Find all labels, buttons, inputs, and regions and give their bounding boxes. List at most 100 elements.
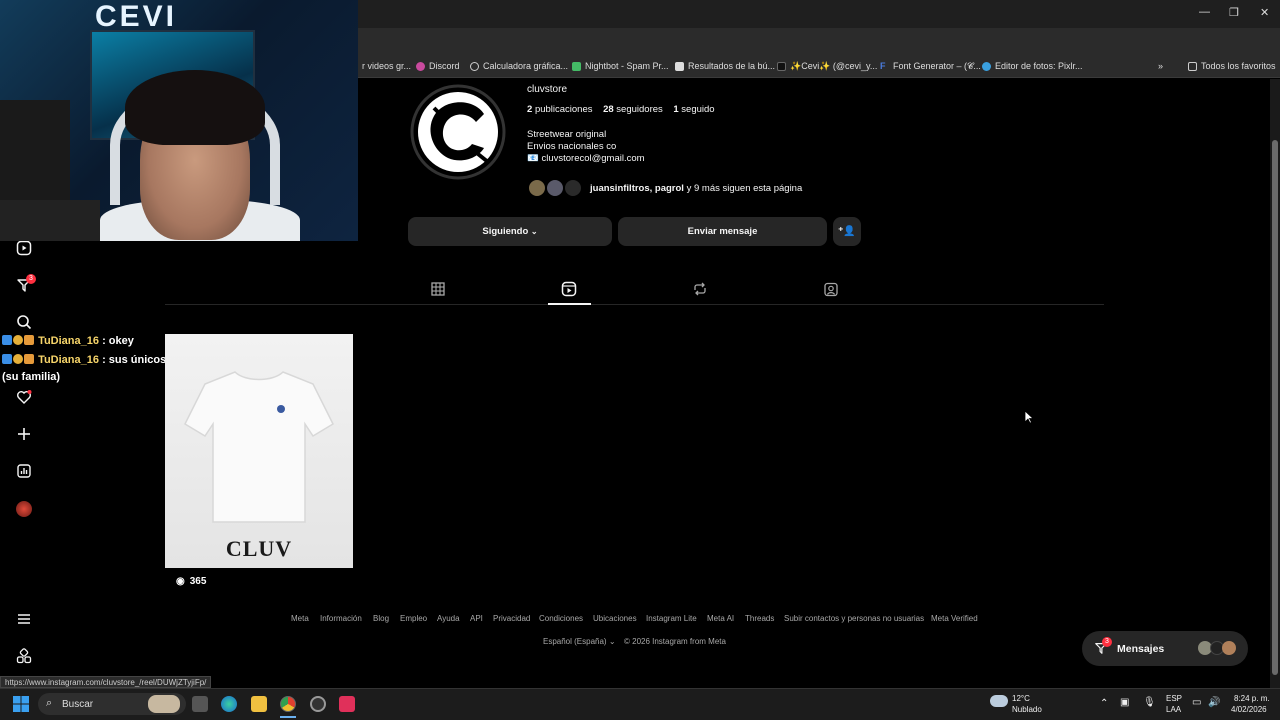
keyboard-layout[interactable]: LAA <box>1166 705 1181 714</box>
webcam-shelf <box>0 200 100 241</box>
notifications-badge: 3 <box>26 274 36 284</box>
footer-link[interactable]: Instagram Lite <box>646 614 697 623</box>
followers-count[interactable]: 28 <box>603 104 614 115</box>
task-view-icon[interactable] <box>192 696 208 712</box>
add-person-icon: ⁺👤 <box>838 226 856 237</box>
windows-start-icon[interactable] <box>13 696 29 717</box>
file-explorer-icon[interactable] <box>251 696 267 712</box>
bookmark-item[interactable]: F Font Generator – (𝓒... <box>880 61 981 72</box>
webcam-monitor <box>0 100 70 200</box>
avatar <box>527 178 547 198</box>
following-count[interactable]: 1 <box>673 104 678 115</box>
clock-date[interactable]: 4/02/2026 <box>1231 705 1267 714</box>
search-icon: ⌕ <box>46 697 53 709</box>
messages-button[interactable]: 3 Mensajes <box>1082 631 1248 666</box>
webcam-hair <box>125 70 265 145</box>
followers-label[interactable]: seguidores <box>616 104 662 115</box>
doc-icon <box>675 61 684 71</box>
chrome-icon[interactable] <box>280 696 296 712</box>
footer-link[interactable]: Meta AI <box>707 614 734 623</box>
followed-by-avatars[interactable] <box>527 178 583 198</box>
bookmark-item[interactable]: Resultados de la bú... <box>675 61 775 71</box>
clock-time[interactable]: 8:24 p. m. <box>1234 694 1270 703</box>
bookmark-item[interactable]: Calculadora gráfica... <box>470 61 568 71</box>
tiktok-live-icon[interactable] <box>339 696 355 712</box>
tab-tagged-icon[interactable] <box>823 281 839 297</box>
footer-link[interactable]: Meta Verified <box>931 614 978 623</box>
footer-link[interactable]: Condiciones <box>539 614 583 623</box>
bookmark-item[interactable]: r videos gr... <box>362 61 411 71</box>
dashboard-icon[interactable] <box>16 463 32 479</box>
active-app-indicator <box>280 716 296 718</box>
taskbar-search[interactable]: ⌕ Buscar <box>38 693 186 715</box>
also-from-meta-icon[interactable] <box>16 648 32 664</box>
bookmark-item[interactable]: Nightbot - Spam Pr... <box>572 61 669 71</box>
more-bookmarks-icon[interactable]: » <box>1158 61 1163 71</box>
footer-link[interactable]: API <box>470 614 483 623</box>
footer-link[interactable]: Empleo <box>400 614 427 623</box>
obs-icon[interactable] <box>310 696 326 712</box>
search-placeholder: Buscar <box>62 699 94 710</box>
footer-link[interactable]: Subir contactos y personas no usuarias <box>784 614 924 623</box>
scrollbar-thumb[interactable] <box>1272 140 1278 675</box>
tab-active-indicator <box>548 303 591 305</box>
reels-icon[interactable] <box>16 240 32 256</box>
profile-stats: 2 publicaciones 28 seguidores 1 seguido <box>527 104 715 115</box>
following-label[interactable]: seguido <box>681 104 714 115</box>
webcam-wall-lettering: CEVI <box>95 0 178 33</box>
network-icon[interactable]: ▭ <box>1192 697 1201 708</box>
tab-reposts-icon[interactable] <box>692 281 708 297</box>
volume-icon[interactable]: 🔊 <box>1208 697 1220 708</box>
badge-icon <box>24 335 34 345</box>
heart-icon[interactable] <box>16 389 32 405</box>
footer-link[interactable]: Ubicaciones <box>593 614 637 623</box>
language-select[interactable]: Español (España) ⌄ <box>543 637 616 646</box>
more-menu-icon[interactable] <box>16 611 32 627</box>
bookmark-item[interactable]: ✨Cevi✨ (@cevi_y... <box>777 61 877 72</box>
send-message-button[interactable]: Enviar mensaje <box>618 217 827 246</box>
restore-icon[interactable]: ❐ <box>1229 6 1239 19</box>
desmos-icon <box>470 61 479 71</box>
close-icon[interactable]: ✕ <box>1260 6 1269 19</box>
tab-posts-grid-icon[interactable] <box>430 281 446 297</box>
keyboard-lang[interactable]: ESP <box>1166 694 1182 703</box>
weather-desc[interactable]: Nublado <box>1012 705 1042 714</box>
tray-app-icon[interactable]: ▣ <box>1120 697 1129 708</box>
footer-link[interactable]: Blog <box>373 614 389 623</box>
badge-icon <box>13 354 23 364</box>
font-icon: F <box>880 61 886 71</box>
bookmark-item[interactable]: Editor de fotos: Pixlr... <box>982 61 1083 71</box>
profile-picture[interactable] <box>404 84 512 180</box>
minimize-icon[interactable]: — <box>1199 6 1210 18</box>
microphone-icon[interactable]: 🎙 <box>1143 697 1156 708</box>
reel-thumbnail[interactable] <box>165 334 353 568</box>
eye-icon: ◉ <box>176 576 185 587</box>
weather-temp[interactable]: 12°C <box>1012 694 1030 703</box>
messages-badge: 3 <box>1102 637 1112 647</box>
discord-icon <box>416 61 425 71</box>
search-icon[interactable] <box>16 314 32 330</box>
profile-avatar[interactable] <box>16 501 32 517</box>
reel-brand-text: CLUV <box>225 536 293 561</box>
posts-count: 2 <box>527 104 533 115</box>
view-count: 365 <box>189 576 207 587</box>
create-plus-icon[interactable] <box>16 426 32 442</box>
suggest-user-button[interactable]: ⁺👤 <box>833 217 861 246</box>
search-highlight-image <box>148 695 180 713</box>
edge-icon[interactable] <box>221 696 237 712</box>
footer-link[interactable]: Privacidad <box>493 614 530 623</box>
footer-link[interactable]: Meta <box>291 614 309 623</box>
all-bookmarks[interactable]: Todos los favoritos <box>1188 61 1276 71</box>
footer-link[interactable]: Threads <box>745 614 774 623</box>
followed-by-rest: y 9 más siguen esta página <box>683 183 803 194</box>
footer-link[interactable]: Información <box>320 614 362 623</box>
tiktok-icon <box>777 62 786 71</box>
bio-line: Envios nacionales co <box>527 141 617 152</box>
webcam-overlay: CEVI <box>0 0 358 241</box>
footer-link[interactable]: Ayuda <box>437 614 460 623</box>
bookmark-item[interactable]: Discord <box>416 61 460 71</box>
tray-chevron-up-icon[interactable]: ⌃ <box>1100 698 1108 709</box>
following-button[interactable]: Siguiendo ⌄ <box>408 217 612 246</box>
tab-reels-icon[interactable] <box>561 281 577 297</box>
followed-by-text[interactable]: juansinfiltros, pagrol y 9 más siguen es… <box>590 183 802 194</box>
